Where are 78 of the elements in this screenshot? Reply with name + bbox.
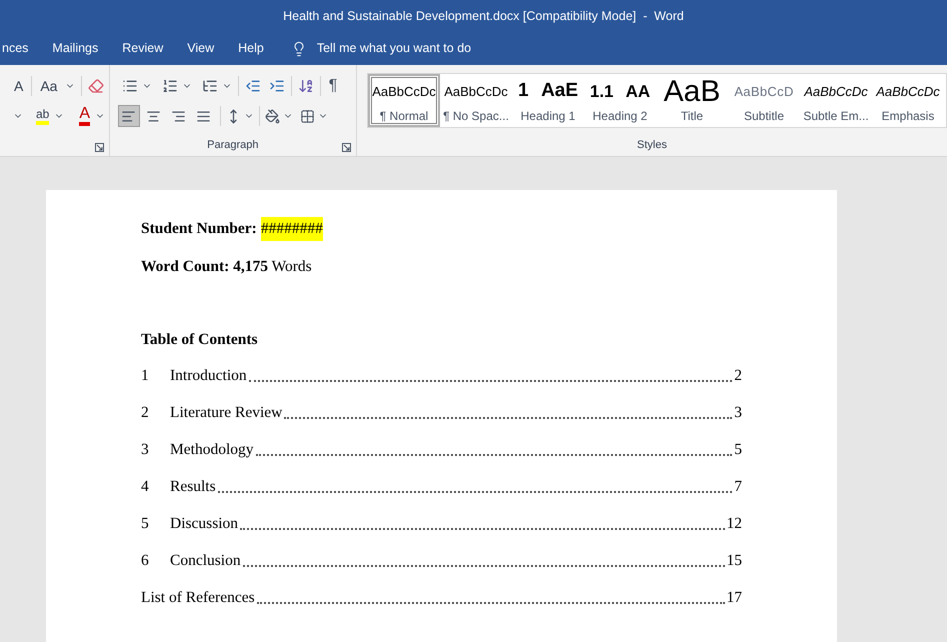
style-option[interactable]: AaBbCcDc ¶ No Spac... [440,74,512,127]
style-option[interactable]: AaB Title [656,74,728,127]
toc-page: 17 [726,588,742,608]
toc-entry[interactable]: List of References [141,586,255,609]
style-option[interactable]: AaBbCcD Subtitle [728,74,800,127]
toc-number: 4 [141,476,150,497]
ribbon-tab[interactable]: Mailings [51,39,100,58]
style-option[interactable]: 1 AaE Heading 1 [512,74,584,127]
style-label: ¶ Normal [380,108,428,125]
style-label: ¶ No Spac... [443,108,509,125]
shading-icon[interactable] [264,108,280,124]
style-sample: AaBbCcD [734,82,794,101]
toc-page: 5 [734,440,742,460]
style-label: Emphasis [882,108,934,125]
highlight-button[interactable]: ab [36,107,50,125]
toc-number: 1 [141,366,150,386]
group-label: Paragraph [207,138,259,152]
numbering-icon[interactable] [162,78,178,94]
style-label: Heading 1 [520,108,576,125]
increase-indent-icon[interactable] [268,78,285,94]
style-sample: AaB [664,76,720,107]
align-icon [196,108,212,124]
style-sample: AaBbCcDc [804,82,868,101]
ribbon-tab[interactable]: nces [1,39,30,58]
style-option[interactable]: AaBbCcDc Emphasis [872,74,944,127]
align-icon [121,108,136,124]
style-sample: AaBbCcDc [444,82,508,101]
toc-page: 12 [726,514,742,534]
window-title: Health and Sustainable Development.docx [Compatibility Mode] - Word [283,8,684,25]
toc-page: 2 [734,366,742,386]
ribbon-tab[interactable]: Help [237,39,265,58]
toc-number: 6 [141,550,150,571]
toc-page: 15 [726,550,742,571]
ribbon-tab[interactable]: View [186,39,216,58]
style-label: Title [680,108,704,125]
style-option[interactable]: AaBbCcDc ¶ Normal [368,74,440,127]
style-sample: 1.1 AA [590,80,650,103]
toc-entry[interactable]: Literature Review [170,400,282,424]
align-button[interactable] [118,105,140,127]
style-label: Subtle Em... [803,108,869,125]
dialog-launcher-icon[interactable] [342,143,351,152]
font-color-button[interactable]: A [79,106,90,126]
toc-page: 3 [734,402,742,423]
sort-icon[interactable] [298,78,314,94]
align-icon [146,108,162,124]
toc-entry[interactable]: Introduction [170,364,247,387]
align-icon [171,108,186,124]
toc-entry[interactable]: Results [170,474,216,498]
student-number-value: ######## [260,217,323,241]
borders-icon[interactable] [300,108,315,124]
multilevel-list-icon[interactable] [202,78,218,94]
style-label: Subtitle [744,108,784,125]
toc-entry[interactable]: Discussion [170,512,238,535]
eraser-icon[interactable] [88,78,104,94]
toc-number: 5 [141,514,150,534]
style-sample: AaBbCcDc [876,82,940,101]
toc-number: 2 [141,402,150,423]
toc-entry[interactable]: Conclusion [170,548,241,572]
student-number-label: Student Number: [141,219,257,240]
tell-me-field[interactable]: Tell me what you want to do [316,39,517,58]
grow-font-button[interactable]: A [12,76,26,96]
word-count: Word Count: 4,175 Words [141,258,312,275]
style-label: Heading 2 [592,108,648,125]
group-label: Styles [637,138,667,152]
style-option[interactable]: AaBbCcDc Subtle Em... [800,74,872,127]
ribbon-tab[interactable]: Review [121,39,164,58]
toc-entry[interactable]: Methodology [170,438,254,461]
decrease-indent-icon[interactable] [244,78,261,94]
style-sample: 1 AaE [518,79,578,104]
change-case-button[interactable]: Aa [38,76,60,96]
toc-heading: Table of Contents [141,331,258,348]
style-option[interactable]: 1.1 AA Heading 2 [584,74,656,127]
toc-page: 7 [734,476,742,497]
toc-number: 3 [141,440,150,460]
style-sample: AaBbCcDc [372,82,436,101]
dialog-launcher-icon[interactable] [94,143,104,152]
bullets-icon[interactable] [122,78,138,94]
show-marks-button[interactable]: ¶ [326,74,340,98]
